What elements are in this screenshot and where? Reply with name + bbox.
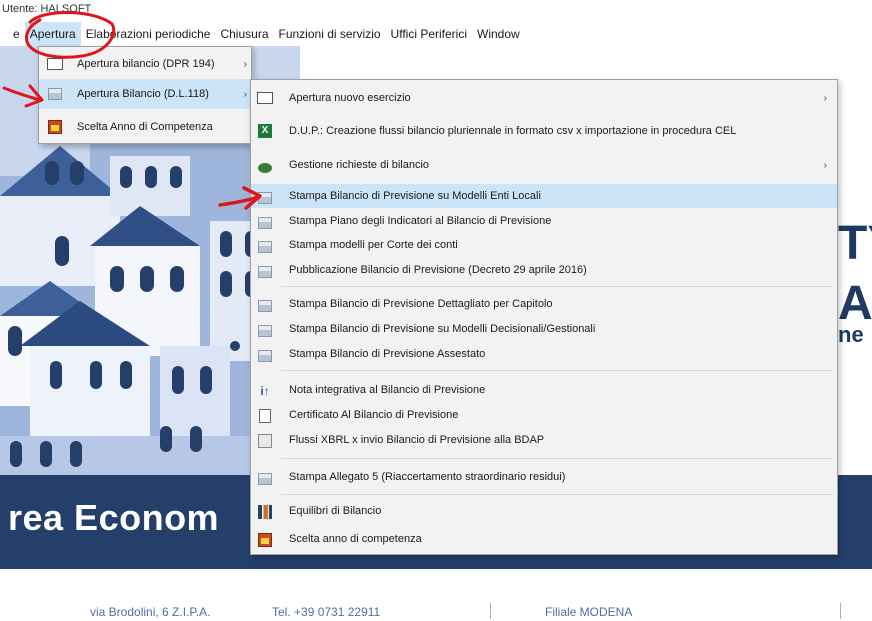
band-title: rea Econom — [8, 497, 220, 538]
footer-branch: Filiale MODENA — [545, 605, 633, 619]
open-form-icon — [47, 56, 63, 72]
printer-icon — [257, 264, 273, 280]
menu-item-label: D.U.P.: Creazione flussi bilancio plurie… — [289, 125, 737, 137]
menu-item-label: Pubblicazione Bilancio di Previsione (De… — [289, 264, 587, 276]
menu-item-label: Stampa Bilancio di Previsione su Modelli… — [289, 323, 596, 335]
menu-item-label: Stampa Piano degli Indicatori al Bilanci… — [289, 215, 552, 227]
menu-separator — [281, 370, 833, 371]
printer-icon — [257, 323, 273, 339]
window-title: Utente: HALSOFT — [0, 0, 872, 20]
printer-icon — [47, 86, 63, 102]
footer-phone: Tel. +39 0731 22911 — [272, 605, 381, 619]
menu-item-label: Stampa modelli per Corte dei conti — [289, 239, 458, 251]
printer-icon — [257, 471, 273, 487]
menu-item-label: Equilibri di Bilancio — [289, 505, 382, 517]
menu-item-apertura-nuovo-esercizio[interactable]: Apertura nuovo esercizio › — [251, 84, 837, 112]
menu-item-label: Flussi XBRL x invio Bilancio di Previsio… — [289, 434, 545, 446]
footer-divider — [490, 603, 491, 619]
menu-item-label: Stampa Bilancio di Previsione su Modelli… — [289, 190, 541, 202]
printer-icon — [257, 298, 273, 314]
apertura-dropdown: Apertura bilancio (DPR 194) › Apertura B… — [38, 46, 252, 144]
footer-divider — [840, 603, 841, 619]
menu-window[interactable]: Window — [472, 22, 525, 46]
grid-icon — [257, 433, 273, 449]
menu-item-dup-creazione-flussi[interactable]: X D.U.P.: Creazione flussi bilancio plur… — [251, 116, 837, 146]
menu-item-apertura-bilancio-dl-118[interactable]: Apertura Bilancio (D.L.118) › — [39, 79, 251, 109]
menu-item-stampa-bilancio-modelli-enti-locali[interactable]: Stampa Bilancio di Previsione su Modelli… — [251, 184, 837, 208]
menu-item-stampa-bilancio-modelli-decisionali[interactable]: Stampa Bilancio di Previsione su Modelli… — [251, 318, 837, 340]
printer-icon — [257, 215, 273, 231]
menu-item-certificato-bilancio[interactable]: Certificato Al Bilancio di Previsione — [251, 404, 837, 426]
leaf-icon — [257, 160, 273, 176]
menu-item-label: Gestione richieste di bilancio — [289, 159, 430, 171]
menu-item-stampa-modelli-corte-dei-conti[interactable]: Stampa modelli per Corte dei conti — [251, 234, 837, 256]
excel-icon: X — [257, 123, 273, 139]
menu-item-gestione-richieste-di-bilancio[interactable]: Gestione richieste di bilancio › — [251, 150, 837, 180]
menu-item-stampa-bilancio-dettagliato-capitolo[interactable]: Stampa Bilancio di Previsione Dettagliat… — [251, 292, 837, 316]
menu-item-label: Certificato Al Bilancio di Previsione — [289, 409, 459, 421]
document-icon — [257, 408, 273, 424]
menu-item-flussi-xbrl-bdap[interactable]: Flussi XBRL x invio Bilancio di Previsio… — [251, 428, 837, 452]
menu-item-scelta-anno-di-competenza[interactable]: Scelta Anno di Competenza — [39, 113, 251, 141]
menu-item-label: Stampa Allegato 5 (Riaccertamento straor… — [289, 471, 566, 483]
menu-item-label: Stampa Bilancio di Previsione Assestato — [289, 348, 486, 360]
menu-item-scelta-anno-competenza[interactable]: Scelta anno di competenza — [251, 526, 837, 552]
chart-icon — [257, 504, 273, 520]
calendar-icon — [257, 532, 273, 548]
menu-item-label: Scelta Anno di Competenza — [77, 121, 213, 133]
brand-fragment-3: ne — [838, 322, 864, 347]
menu-item-stampa-bilancio-assestato[interactable]: Stampa Bilancio di Previsione Assestato — [251, 342, 837, 366]
menu-item-stampa-allegato-5[interactable]: Stampa Allegato 5 (Riaccertamento straor… — [251, 464, 837, 490]
printer-icon — [257, 348, 273, 364]
calendar-icon — [47, 119, 63, 135]
menu-funzioni-di-servizio[interactable]: Funzioni di servizio — [274, 22, 386, 46]
menu-apertura[interactable]: Apertura — [24, 22, 81, 46]
menu-item-label: Stampa Bilancio di Previsione Dettagliat… — [289, 298, 553, 310]
printer-icon — [257, 190, 273, 206]
footer: via Brodolini, 6 Z.I.P.A. Tel. +39 0731 … — [0, 599, 872, 621]
brand-fragment-1: TY — [838, 217, 872, 270]
menu-item-nota-integrativa[interactable]: i↑ Nota integrativa al Bilancio di Previ… — [251, 378, 837, 402]
menu-separator — [281, 458, 833, 459]
menu-item-label: Apertura nuovo esercizio — [289, 92, 411, 104]
menu-chiusura[interactable]: Chiusura — [215, 22, 273, 46]
menu-item-label: Scelta anno di competenza — [289, 533, 422, 545]
menu-uffici-periferici[interactable]: Uffici Periferici — [386, 22, 472, 46]
menu-item-apertura-bilancio-dpr-194[interactable]: Apertura bilancio (DPR 194) › — [39, 51, 251, 77]
menu-item-label: Nota integrativa al Bilancio di Previsio… — [289, 384, 486, 396]
footer-address: via Brodolini, 6 Z.I.P.A. — [90, 605, 211, 619]
chevron-right-icon: › — [243, 88, 247, 100]
open-form-icon — [257, 90, 273, 106]
menu-file[interactable]: e — [8, 22, 25, 46]
nota-icon: i↑ — [260, 384, 270, 398]
printer-icon — [257, 239, 273, 255]
menu-item-pubblicazione-bilancio[interactable]: Pubblicazione Bilancio di Previsione (De… — [251, 258, 837, 282]
menu-separator — [281, 494, 833, 495]
menu-elaborazioni-periodiche[interactable]: Elaborazioni periodiche — [81, 22, 216, 46]
menu-separator — [281, 286, 833, 287]
menu-item-label: Apertura Bilancio (D.L.118) — [77, 88, 209, 100]
apertura-bilancio-dl118-submenu: Apertura nuovo esercizio › X D.U.P.: Cre… — [250, 79, 838, 555]
menu-bar: e Apertura Elaborazioni periodiche Chius… — [0, 22, 872, 46]
menu-item-stampa-piano-indicatori[interactable]: Stampa Piano degli Indicatori al Bilanci… — [251, 210, 837, 232]
menu-item-label: Apertura bilancio (DPR 194) — [77, 58, 215, 70]
menu-item-equilibri-di-bilancio[interactable]: Equilibri di Bilancio — [251, 498, 837, 524]
chevron-right-icon: › — [823, 159, 827, 171]
chevron-right-icon: › — [823, 92, 827, 104]
chevron-right-icon: › — [243, 58, 247, 70]
